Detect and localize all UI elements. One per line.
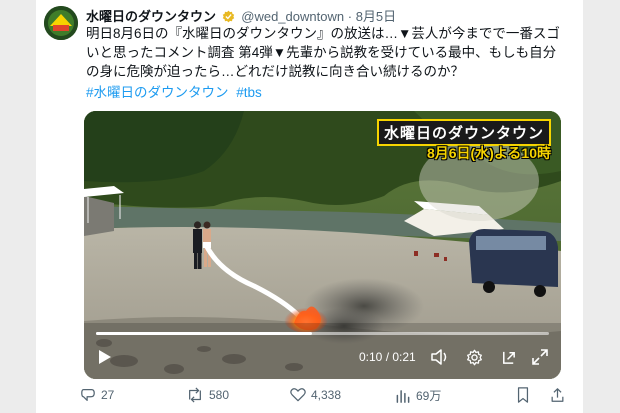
views-chart-icon — [396, 390, 410, 403]
bookmark-icon — [517, 387, 529, 403]
video-controls: 0:10 / 0:21 — [84, 343, 561, 373]
share-button[interactable] — [550, 387, 565, 403]
tweet-text: 明日8月6日の『水曜日のダウンタウン』の放送は…▼芸人が今までで一番スゴいと思っ… — [86, 26, 560, 79]
video-progress-bar[interactable] — [96, 332, 549, 335]
like-button[interactable]: 4,338 — [290, 387, 341, 402]
tweet-header: 水曜日のダウンタウン @wed_downtown · 8月5日 — [86, 6, 396, 26]
header-separator: · — [347, 9, 353, 24]
bookmark-button[interactable] — [516, 387, 530, 403]
display-name[interactable]: 水曜日のダウンタウン — [86, 9, 216, 24]
reply-icon — [81, 389, 95, 401]
reply-button[interactable]: 27 — [80, 387, 114, 403]
hashtag-link[interactable]: #tbs — [236, 85, 262, 100]
volume-icon[interactable] — [430, 347, 450, 367]
hashtag-link[interactable]: #水曜日のダウンタウン — [86, 85, 229, 100]
fullscreen-icon[interactable] — [530, 347, 550, 367]
views-button[interactable]: 69万 — [395, 387, 441, 404]
repost-count: 580 — [209, 388, 230, 402]
video-progress-fill — [96, 332, 312, 335]
video-time: 0:10 / 0:21 — [359, 350, 416, 364]
hashtag-list: #水曜日のダウンタウン #tbs — [86, 81, 266, 101]
popout-icon[interactable] — [498, 347, 518, 367]
settings-gear-icon[interactable] — [464, 347, 484, 367]
avatar[interactable] — [44, 6, 78, 40]
like-count: 4,338 — [311, 387, 342, 402]
view-count: 69万 — [416, 389, 442, 403]
repost-button[interactable]: 580 — [186, 387, 229, 403]
tweet-card[interactable]: 水曜日のダウンタウン @wed_downtown · 8月5日 明日8月6日の『… — [36, 0, 583, 413]
user-handle[interactable]: @wed_downtown — [241, 9, 344, 24]
heart-icon — [290, 388, 306, 402]
tweet-date[interactable]: 8月5日 — [356, 9, 396, 24]
tweet-actions: 27 580 4,338 69万 — [80, 387, 570, 409]
show-logo-title: 水曜日のダウンタウン — [376, 119, 551, 146]
share-icon — [551, 388, 564, 402]
play-icon[interactable] — [96, 347, 114, 367]
air-time-banner: 8月6日(水)よる10時 — [426, 145, 551, 161]
video-player[interactable]: 水曜日のダウンタウン 8月6日(水)よる10時 0:10 / 0:21 — [84, 111, 561, 379]
avatar-logo-icon — [44, 6, 78, 40]
reply-count: 27 — [101, 388, 115, 402]
repost-icon — [189, 387, 201, 403]
